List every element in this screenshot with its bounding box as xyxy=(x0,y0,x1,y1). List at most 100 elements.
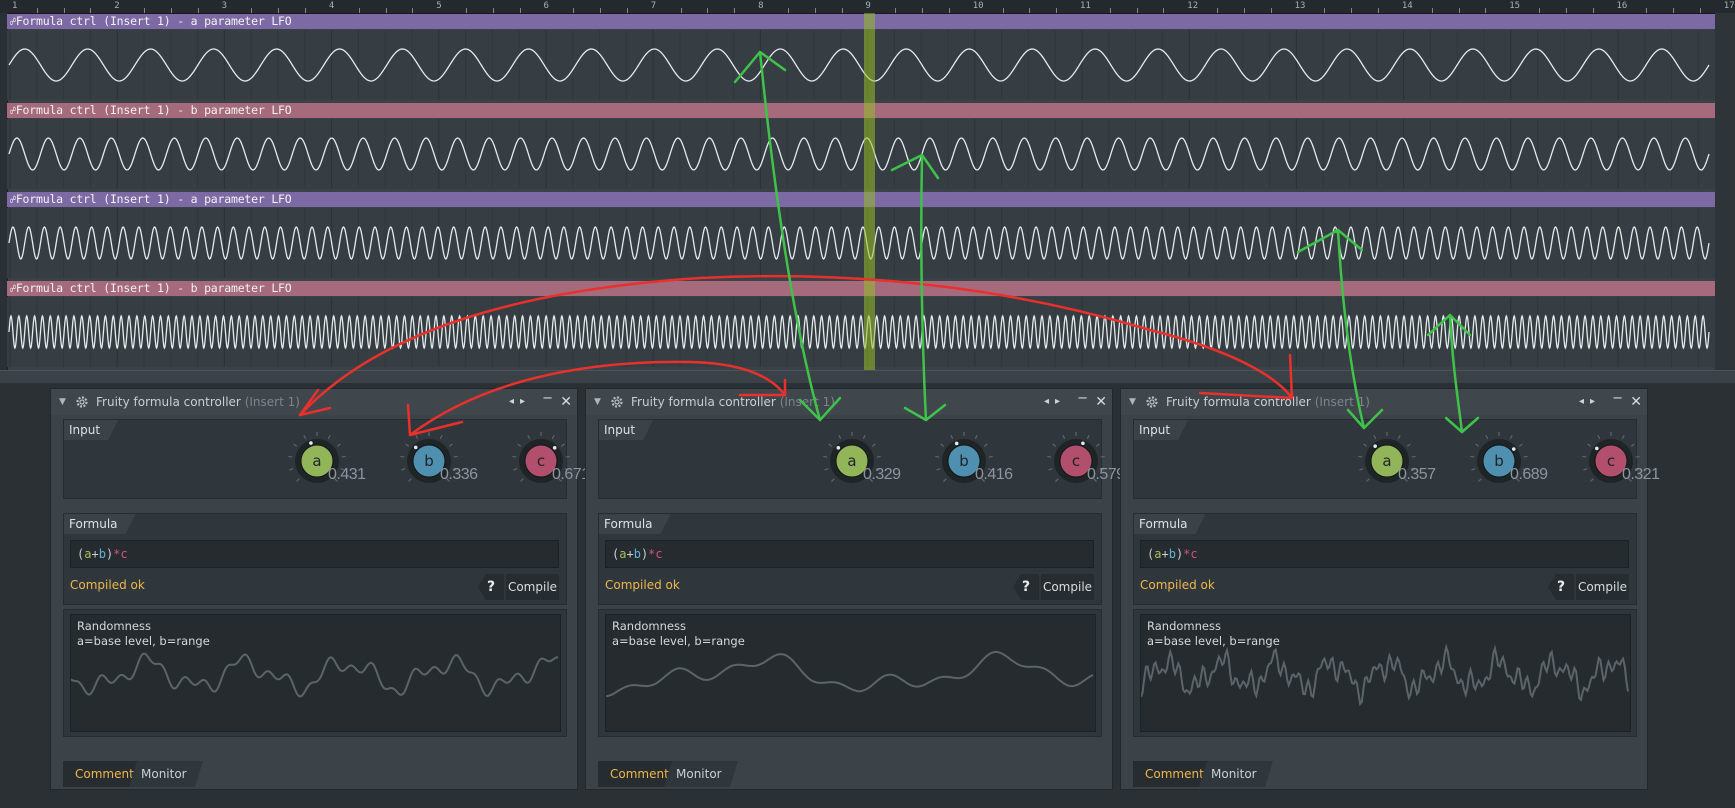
tab-comments[interactable]: Comments xyxy=(63,761,139,787)
knob-value: 0.336 xyxy=(440,466,478,483)
compile-button[interactable]: Compile xyxy=(1576,574,1629,600)
knob-a[interactable]: a xyxy=(817,426,887,496)
minimize-icon[interactable]: − xyxy=(1077,386,1088,412)
formula-token: c xyxy=(1190,547,1198,561)
formula-input[interactable]: (a+b)*c xyxy=(605,540,1094,568)
ruler-bar-number: 10 xyxy=(972,1,984,11)
comments-box[interactable]: Randomness a=base level, b=range xyxy=(605,614,1096,732)
knob-c[interactable]: c xyxy=(506,426,576,496)
close-icon[interactable]: ✕ xyxy=(1630,389,1642,415)
help-button[interactable]: ? xyxy=(478,574,504,600)
knob-c[interactable]: c xyxy=(1576,426,1646,496)
formula-input[interactable]: (a+b)*c xyxy=(70,540,559,568)
knob-a[interactable]: a xyxy=(1352,426,1422,496)
knob-value: 0.321 xyxy=(1622,466,1660,483)
comments-line: Randomness xyxy=(1147,619,1221,633)
tab-monitor[interactable]: Monitor xyxy=(129,761,203,787)
preset-nav-icon[interactable]: ◂▸ xyxy=(509,389,531,415)
knob-value: 0.671 xyxy=(552,466,590,483)
compile-status: Compiled ok xyxy=(1140,578,1215,592)
close-icon[interactable]: ✕ xyxy=(1095,389,1107,415)
automation-clip-label: Formula ctrl (Insert 1) - b parameter LF… xyxy=(15,103,292,117)
formula-section-label: Formula xyxy=(64,514,136,534)
ruler-bar-number: 7 xyxy=(650,1,657,11)
preset-nav-icon[interactable]: ◂▸ xyxy=(1044,389,1066,415)
lfo-waveform xyxy=(8,208,1710,278)
plugin-insert-label: (Insert 1) xyxy=(1314,395,1370,409)
input-section: Input a 0.329 b 0.416 c 0.579 xyxy=(598,419,1125,499)
compile-button[interactable]: Compile xyxy=(506,574,559,600)
lfo-waveform xyxy=(8,119,1710,189)
formula-input[interactable]: (a+b)*c xyxy=(1140,540,1629,568)
playlist-scrollbar[interactable] xyxy=(1715,13,1735,370)
comments-box[interactable]: Randomness a=base level, b=range xyxy=(70,614,561,732)
automation-clip-header[interactable]: ☍Formula ctrl (Insert 1) - b parameter L… xyxy=(7,281,1715,296)
input-section: Input a 0.357 b 0.689 c 0.321 xyxy=(1133,419,1660,499)
playlist-footer xyxy=(0,370,1735,384)
automation-clip-lane[interactable]: ☍Formula ctrl (Insert 1) - b parameter L… xyxy=(7,102,1715,190)
gear-icon[interactable] xyxy=(1145,395,1159,409)
comments-text: Randomness a=base level, b=range xyxy=(77,619,210,649)
tab-comments[interactable]: Comments xyxy=(598,761,674,787)
compile-button[interactable]: Compile xyxy=(1041,574,1094,600)
lfo-curve xyxy=(8,48,1710,82)
menu-arrow-icon[interactable]: ▼ xyxy=(59,389,66,415)
menu-arrow-icon[interactable]: ▼ xyxy=(594,389,601,415)
input-section: Input a 0.431 b 0.336 c 0.671 xyxy=(63,419,590,499)
automation-clip-header[interactable]: ☍Formula ctrl (Insert 1) - a parameter L… xyxy=(7,192,1715,207)
plugin-insert-label: (Insert 1) xyxy=(244,395,300,409)
playhead-marker[interactable] xyxy=(864,13,875,370)
plugin-title: Fruity formula controller (Insert 1) xyxy=(96,389,300,415)
help-button[interactable]: ? xyxy=(1013,574,1039,600)
input-section-label: Input xyxy=(599,420,653,440)
compile-status: Compiled ok xyxy=(605,578,680,592)
comments-section: Randomness a=base level, b=range xyxy=(598,609,1102,737)
knob-value: 0.431 xyxy=(328,466,366,483)
automation-clip-body[interactable] xyxy=(7,208,1715,278)
knob-b[interactable]: b xyxy=(929,426,999,496)
preset-nav-icon[interactable]: ◂▸ xyxy=(1579,389,1601,415)
formula-section: Formula (a+b)*c Compiled ok? Compile xyxy=(1133,513,1637,605)
plugin-name: Fruity formula controller xyxy=(1166,395,1311,409)
plugin-titlebar[interactable]: ▼ Fruity formula controller (Insert 1) ◂▸ −… xyxy=(51,389,577,415)
gear-icon[interactable] xyxy=(75,395,89,409)
playlist: 1 2 3 4 5 6 7 8 9 10 11 12 13 14 15 16 17 ☍Formula ctrl … xyxy=(0,0,1735,384)
knob-value: 0.357 xyxy=(1398,466,1436,483)
tab-monitor[interactable]: Monitor xyxy=(1199,761,1273,787)
automation-clip-lane[interactable]: ☍Formula ctrl (Insert 1) - a parameter L… xyxy=(7,191,1715,279)
close-icon[interactable]: ✕ xyxy=(560,389,572,415)
ruler-bar-number: 3 xyxy=(221,1,228,11)
knob-value: 0.579 xyxy=(1087,466,1125,483)
tab-monitor[interactable]: Monitor xyxy=(664,761,738,787)
knob-c[interactable]: c xyxy=(1041,426,1111,496)
automation-clip-lane[interactable]: ☍Formula ctrl (Insert 1) - b parameter L… xyxy=(7,280,1715,368)
timeline-ruler[interactable]: 1 2 3 4 5 6 7 8 9 10 11 12 13 14 15 16 17 xyxy=(0,0,1735,14)
minimize-icon[interactable]: − xyxy=(542,386,553,412)
plugin-titlebar[interactable]: ▼ Fruity formula controller (Insert 1) ◂▸ −… xyxy=(586,389,1112,415)
menu-arrow-icon[interactable]: ▼ xyxy=(1129,389,1136,415)
automation-clip-label: Formula ctrl (Insert 1) - a parameter LF… xyxy=(15,192,292,206)
automation-clip-body[interactable] xyxy=(7,297,1715,367)
ruler-bar-number: 2 xyxy=(114,1,120,11)
formula-token: c xyxy=(120,547,128,561)
minimize-icon[interactable]: − xyxy=(1612,386,1623,412)
comments-line: Randomness xyxy=(612,619,686,633)
ruler-bar-number: 9 xyxy=(865,1,871,11)
knob-b[interactable]: b xyxy=(1464,426,1534,496)
lfo-waveform xyxy=(8,30,1710,100)
automation-clip-body[interactable] xyxy=(7,119,1715,189)
knob-a[interactable]: a xyxy=(282,426,352,496)
tab-comments[interactable]: Comments xyxy=(1133,761,1209,787)
ruler-bar-number: 4 xyxy=(328,1,335,11)
automation-clip-header[interactable]: ☍Formula ctrl (Insert 1) - b parameter L… xyxy=(7,103,1715,118)
automation-clip-body[interactable] xyxy=(7,30,1715,100)
automation-clip-lane[interactable]: ☍Formula ctrl (Insert 1) - a parameter L… xyxy=(7,13,1715,101)
comments-box[interactable]: Randomness a=base level, b=range xyxy=(1140,614,1631,732)
automation-clip-header[interactable]: ☍Formula ctrl (Insert 1) - a parameter L… xyxy=(7,14,1715,29)
plugin-titlebar[interactable]: ▼ Fruity formula controller (Insert 1) ◂▸ −… xyxy=(1121,389,1647,415)
formula-controller-panel: ▼ Fruity formula controller (Insert 1) ◂▸ −… xyxy=(585,388,1125,790)
ruler-bar-number: 12 xyxy=(1187,1,1199,11)
help-button[interactable]: ? xyxy=(1548,574,1574,600)
knob-b[interactable]: b xyxy=(394,426,464,496)
gear-icon[interactable] xyxy=(610,395,624,409)
